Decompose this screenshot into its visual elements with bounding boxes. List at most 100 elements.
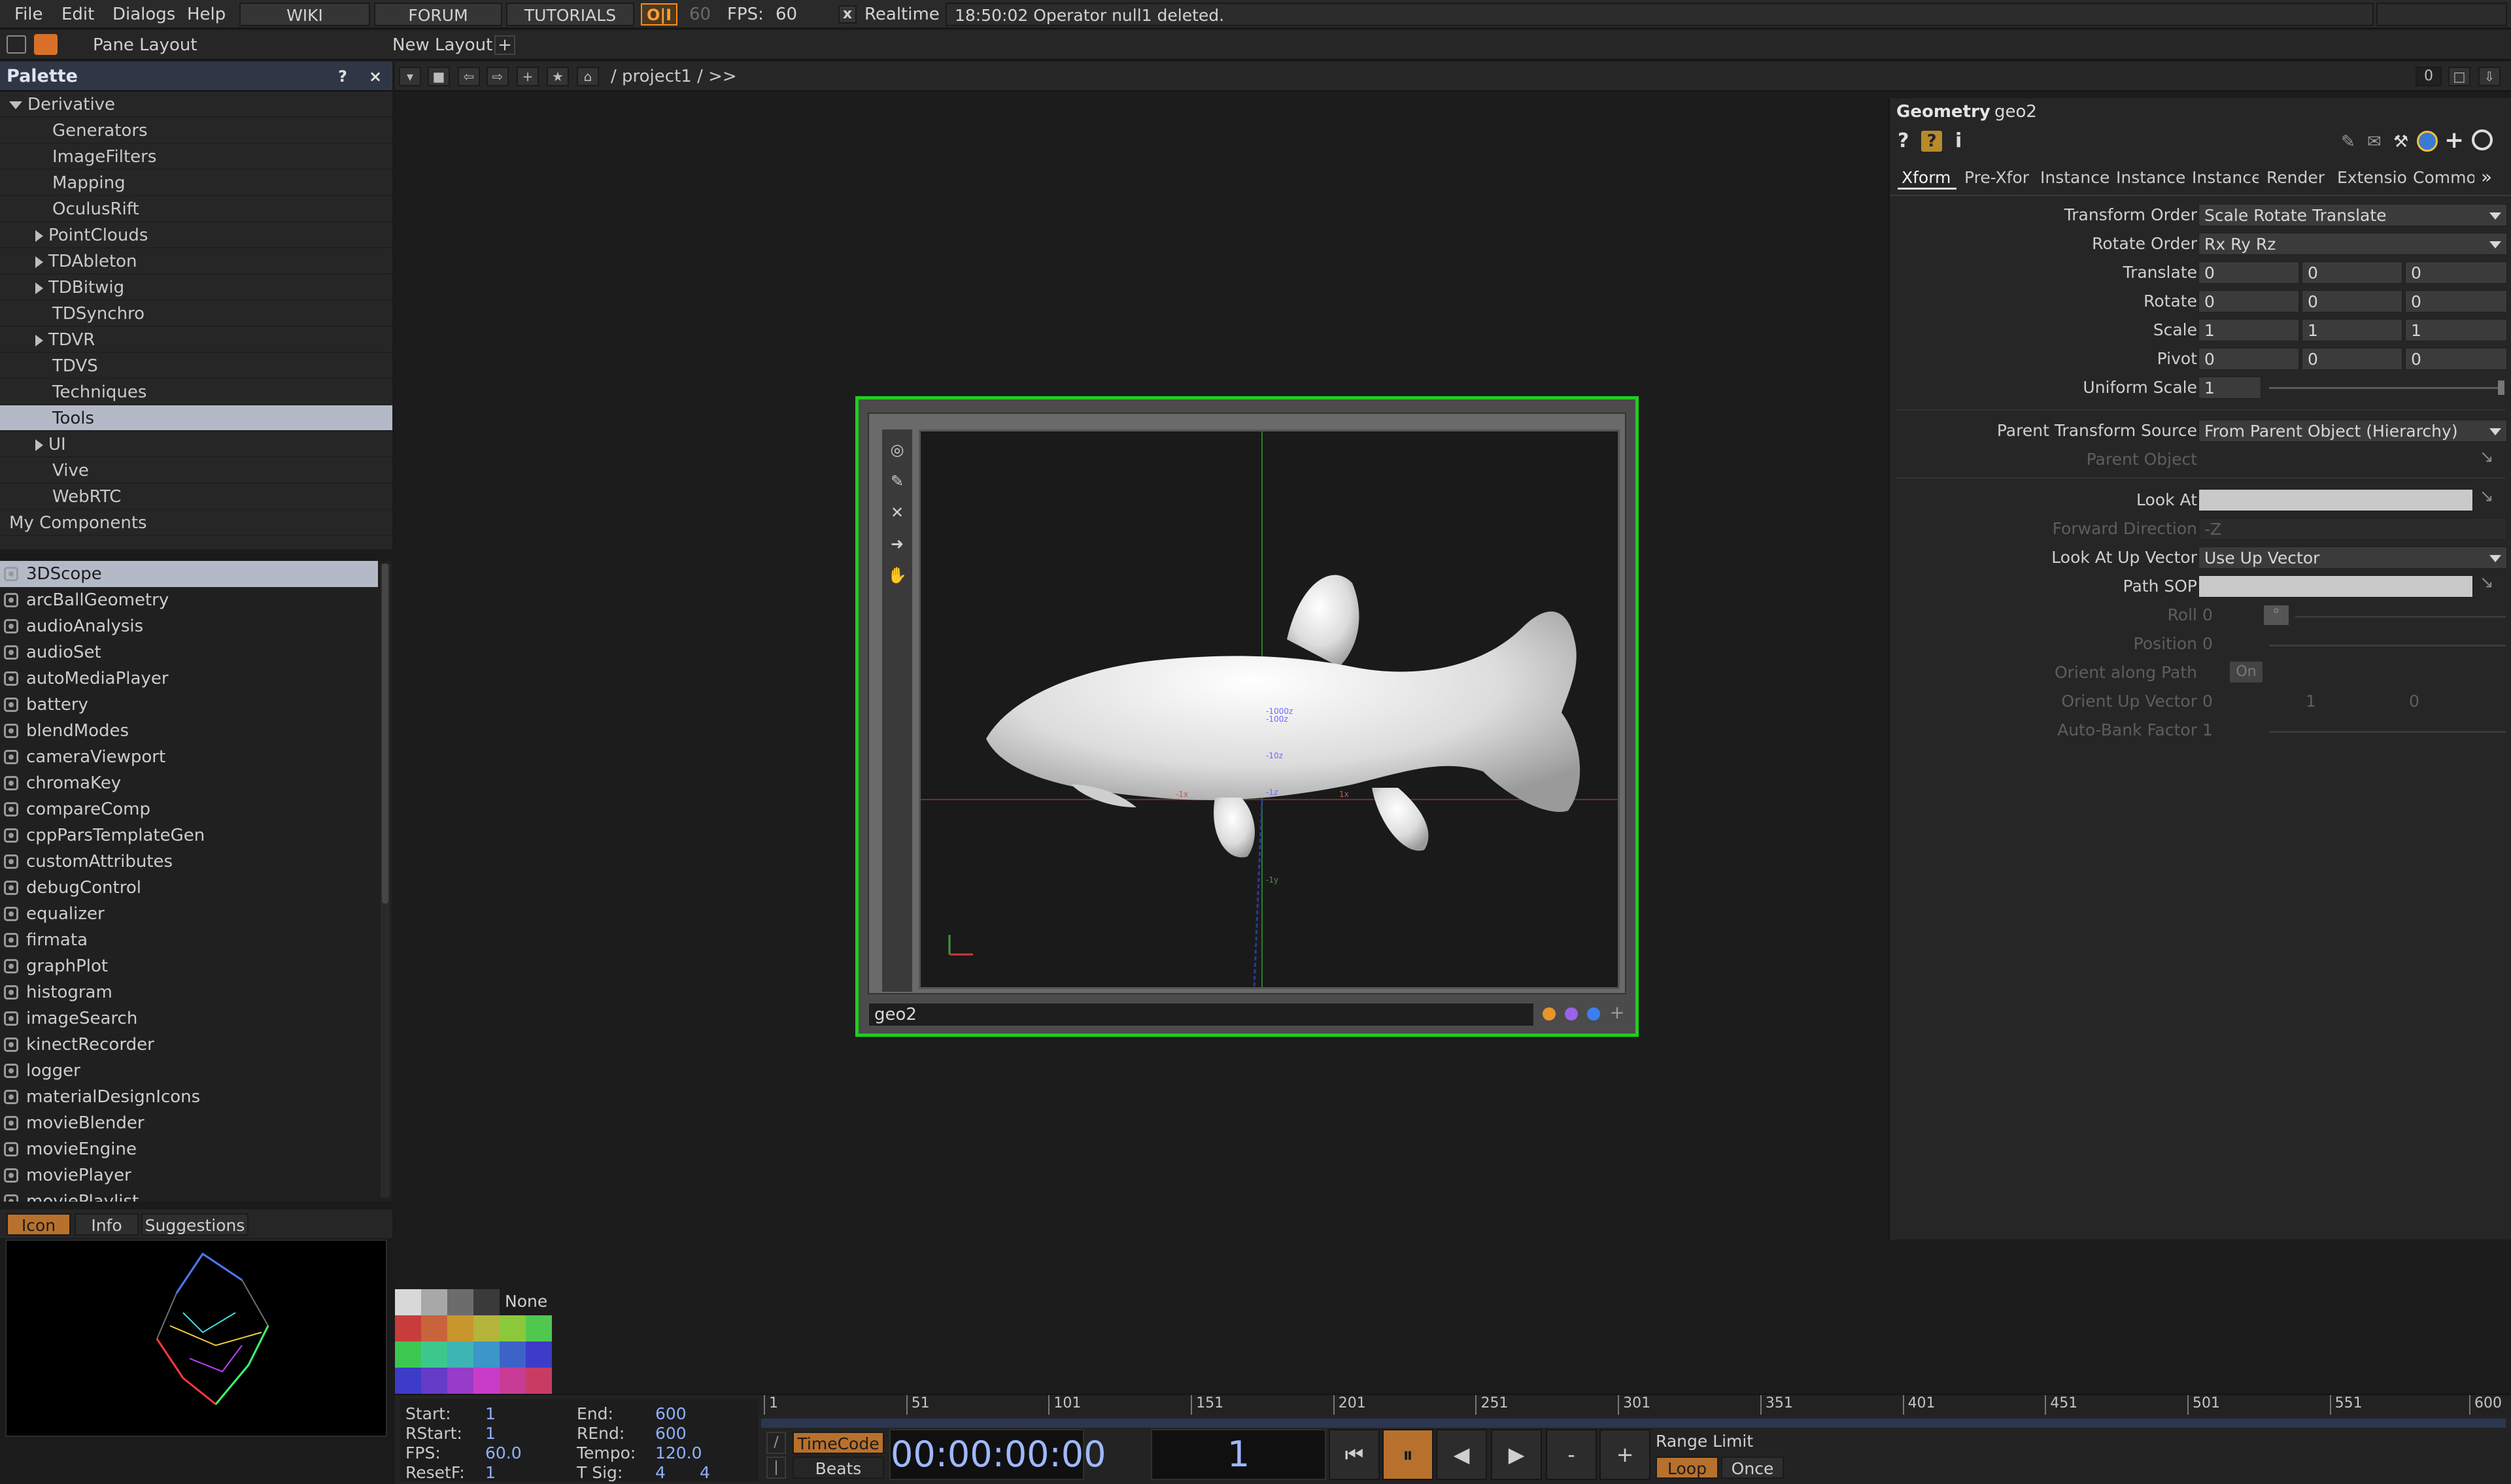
add-pane-button[interactable]: + (494, 35, 515, 55)
palette-component-item[interactable]: firmata (0, 927, 378, 953)
tempo-value[interactable]: 120.0 (655, 1443, 702, 1463)
star-icon[interactable]: ★ (547, 67, 569, 86)
expand-right-icon[interactable] (35, 439, 43, 451)
palette-component-item[interactable]: audioSet (0, 639, 378, 666)
palette-component-item[interactable]: imageSearch (0, 1005, 378, 1032)
scrollbar-thumb[interactable] (382, 564, 388, 903)
look-at-field[interactable] (2198, 489, 2473, 511)
timecode-toggle[interactable]: / (766, 1432, 786, 1454)
color-swatch[interactable] (447, 1368, 473, 1394)
3d-viewer[interactable]: -1000z -100z -10z -1z -1x 1x -1y (919, 430, 1620, 989)
plus-icon[interactable]: + (2444, 127, 2464, 154)
color-swatch[interactable] (526, 1315, 552, 1341)
palette-folder-item[interactable]: Generators (0, 118, 392, 144)
rewind-button[interactable]: ⏮ (1329, 1429, 1380, 1480)
transform-order-select[interactable]: Scale Rotate Translate (2198, 204, 2507, 226)
pivot-z-field[interactable]: 0 (2405, 348, 2507, 370)
tab-icon[interactable]: Icon (7, 1213, 71, 1236)
palette-component-item[interactable]: moviePlaylist (0, 1189, 378, 1202)
download-icon[interactable]: ⇩ (2478, 67, 2501, 86)
color-swatch[interactable] (447, 1289, 473, 1315)
close-icon[interactable]: ✕ (887, 503, 907, 522)
param-tab[interactable]: Xform (1898, 166, 1956, 190)
palette-help-button[interactable]: ? (331, 65, 354, 88)
rotate-y-field[interactable]: 0 (2302, 290, 2402, 312)
scale-x-field[interactable]: 1 (2198, 319, 2299, 341)
translate-x-field[interactable]: 0 (2198, 261, 2299, 284)
palette-component-item[interactable]: customAttributes (0, 849, 378, 875)
color-swatch[interactable] (473, 1289, 500, 1315)
parent-transform-source-select[interactable]: From Parent Object (Hierarchy) (2198, 420, 2507, 442)
pivot-x-field[interactable]: 0 (2198, 348, 2299, 370)
palette-component-item[interactable]: audioAnalysis (0, 613, 378, 639)
color-swatch[interactable] (421, 1289, 447, 1315)
timecode-button[interactable]: TimeCode (793, 1432, 884, 1454)
forward-icon[interactable]: ⇨ (487, 67, 509, 86)
param-tab[interactable]: Commor (2409, 166, 2474, 190)
component-list-scrollbar[interactable] (381, 564, 390, 1198)
comment-icon[interactable]: ✉ (2367, 132, 2382, 152)
rstart-value[interactable]: 1 (485, 1424, 496, 1443)
palette-folder-item[interactable]: UI (0, 431, 392, 458)
beats-button[interactable]: Beats (793, 1457, 884, 1479)
tsig-value-a[interactable]: 4 (655, 1463, 666, 1483)
tab-info[interactable]: Info (75, 1213, 139, 1236)
viewer-flag-icon[interactable] (1587, 1007, 1600, 1020)
rotate-x-field[interactable]: 0 (2198, 290, 2299, 312)
arrow-icon[interactable]: ➜ (887, 534, 907, 554)
expand-right-icon[interactable] (35, 334, 43, 346)
add-icon[interactable]: + (517, 67, 539, 86)
display-flag-icon[interactable] (1543, 1007, 1556, 1020)
operator-picker-icon[interactable]: ↘ (2480, 486, 2494, 506)
color-swatch[interactable] (395, 1368, 421, 1394)
palette-component-item[interactable]: movieEngine (0, 1136, 378, 1162)
color-swatch[interactable] (447, 1315, 473, 1341)
dropdown-icon[interactable]: ▾ (399, 67, 421, 86)
scale-y-field[interactable]: 1 (2302, 319, 2402, 341)
menu-file[interactable]: File (14, 0, 43, 29)
network-icon[interactable]: ⌂ (577, 67, 599, 86)
wrench-icon[interactable]: ⚒ (2393, 132, 2408, 152)
palette-component-item[interactable]: compareComp (0, 796, 378, 822)
palette-component-item[interactable]: histogram (0, 979, 378, 1005)
palette-folder-item[interactable]: My Components (0, 510, 392, 536)
color-swatch[interactable] (395, 1341, 421, 1368)
start-value[interactable]: 1 (485, 1404, 496, 1424)
edit-icon[interactable]: ✎ (2341, 132, 2355, 152)
increment-button[interactable]: + (1599, 1429, 1650, 1480)
expand-right-icon[interactable] (35, 256, 43, 268)
palette-folder-item[interactable]: Derivative (0, 92, 392, 118)
rotate-z-field[interactable]: 0 (2405, 290, 2507, 312)
resetf-value[interactable]: 1 (485, 1463, 496, 1483)
rend-value[interactable]: 600 (655, 1424, 687, 1443)
timeline-ruler[interactable]: 1 51 101 151 201 251 301 351 401 451 501 551 600 (759, 1395, 2511, 1416)
network-path[interactable]: / project1 / >> (611, 61, 737, 92)
maximize-icon[interactable]: □ (2448, 67, 2470, 86)
add-flag-icon[interactable]: + (1608, 1003, 1626, 1022)
palette-close-button[interactable]: × (364, 65, 387, 88)
palette-component-item[interactable]: cppParsTemplateGen (0, 822, 378, 849)
render-flag-icon[interactable] (1565, 1007, 1578, 1020)
palette-component-item[interactable]: cameraViewport (0, 744, 378, 770)
step-back-button[interactable]: ◀ (1436, 1429, 1487, 1480)
image-icon[interactable] (7, 35, 26, 54)
color-swatch[interactable] (473, 1315, 500, 1341)
palette-component-item[interactable]: 3DScope (0, 561, 378, 587)
operator-picker-icon[interactable]: ↘ (2480, 447, 2494, 467)
stop-icon[interactable]: ■ (428, 67, 450, 86)
edit-icon[interactable]: ✎ (887, 471, 907, 491)
slider-handle[interactable] (2498, 380, 2504, 395)
help-icon[interactable]: ? (1898, 129, 1909, 152)
color-swatch[interactable] (500, 1341, 526, 1368)
step-forward-button[interactable]: ▶ (1491, 1429, 1542, 1480)
wiki-button[interactable]: WIKI (239, 3, 370, 26)
hand-icon[interactable]: ✋ (887, 565, 907, 585)
operator-picker-icon[interactable]: ↘ (2480, 573, 2494, 592)
palette-component-item[interactable]: autoMediaPlayer (0, 666, 378, 692)
pause-button[interactable]: ⏸ (1382, 1429, 1433, 1480)
palette-component-item[interactable]: arcBallGeometry (0, 587, 378, 613)
palette-component-item[interactable]: equalizer (0, 901, 378, 927)
color-swatch[interactable] (473, 1341, 500, 1368)
more-tabs-icon[interactable]: » (2481, 166, 2492, 188)
beats-toggle[interactable]: | (766, 1457, 786, 1479)
